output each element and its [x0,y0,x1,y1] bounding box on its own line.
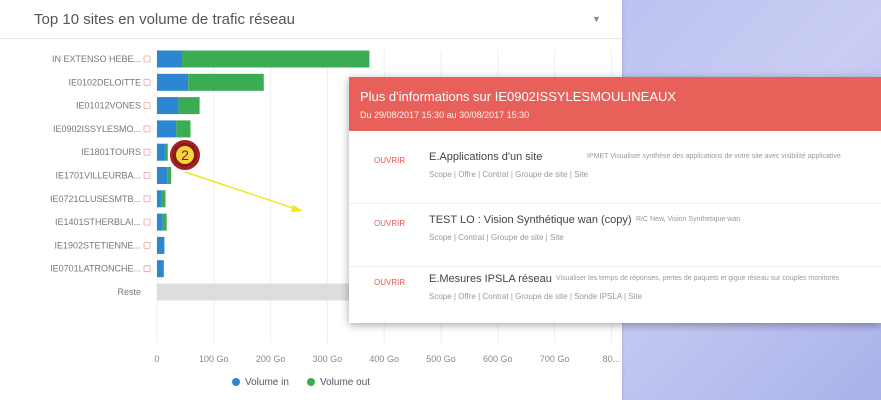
step-callout: 2 [170,140,200,170]
annotation-overlay [184,171,303,212]
arrow-line [184,171,297,210]
arrow-head [291,205,303,212]
step-number: 2 [176,146,194,164]
